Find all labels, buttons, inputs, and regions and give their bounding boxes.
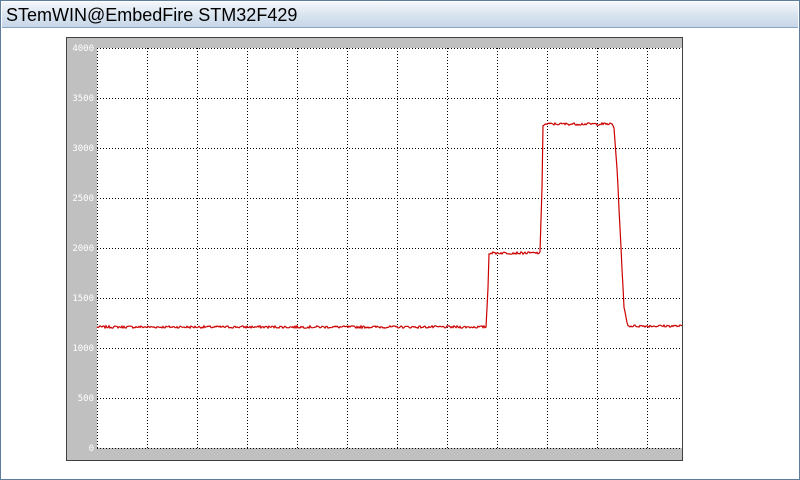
y-axis-tick-labels: 0 500 1000 1500 2000 2500 3000 3500 4000 [72,44,94,454]
window-title: STemWIN@EmbedFire STM32F429 [6,5,298,25]
graph-canvas: 0 500 1000 1500 2000 2500 3000 3500 4000 [72,44,682,454]
y-tick-label: 3500 [72,94,94,104]
y-tick-label: 4000 [72,44,94,54]
graph-widget: 0 500 1000 1500 2000 2500 3000 3500 4000 [66,37,683,461]
y-tick-label: 2000 [72,244,94,254]
y-tick-label: 0 [89,444,94,454]
y-tick-label: 2500 [72,194,94,204]
y-tick-label: 1500 [72,294,94,304]
y-tick-label: 3000 [72,144,94,154]
y-tick-label: 1000 [72,344,94,354]
window-client-area: 0 500 1000 1500 2000 2500 3000 3500 4000 [2,28,798,477]
y-tick-label: 500 [78,394,94,404]
app-window: STemWIN@EmbedFire STM32F429 0 500 1000 1500… [0,0,800,480]
title-bar[interactable]: STemWIN@EmbedFire STM32F429 [2,2,798,28]
